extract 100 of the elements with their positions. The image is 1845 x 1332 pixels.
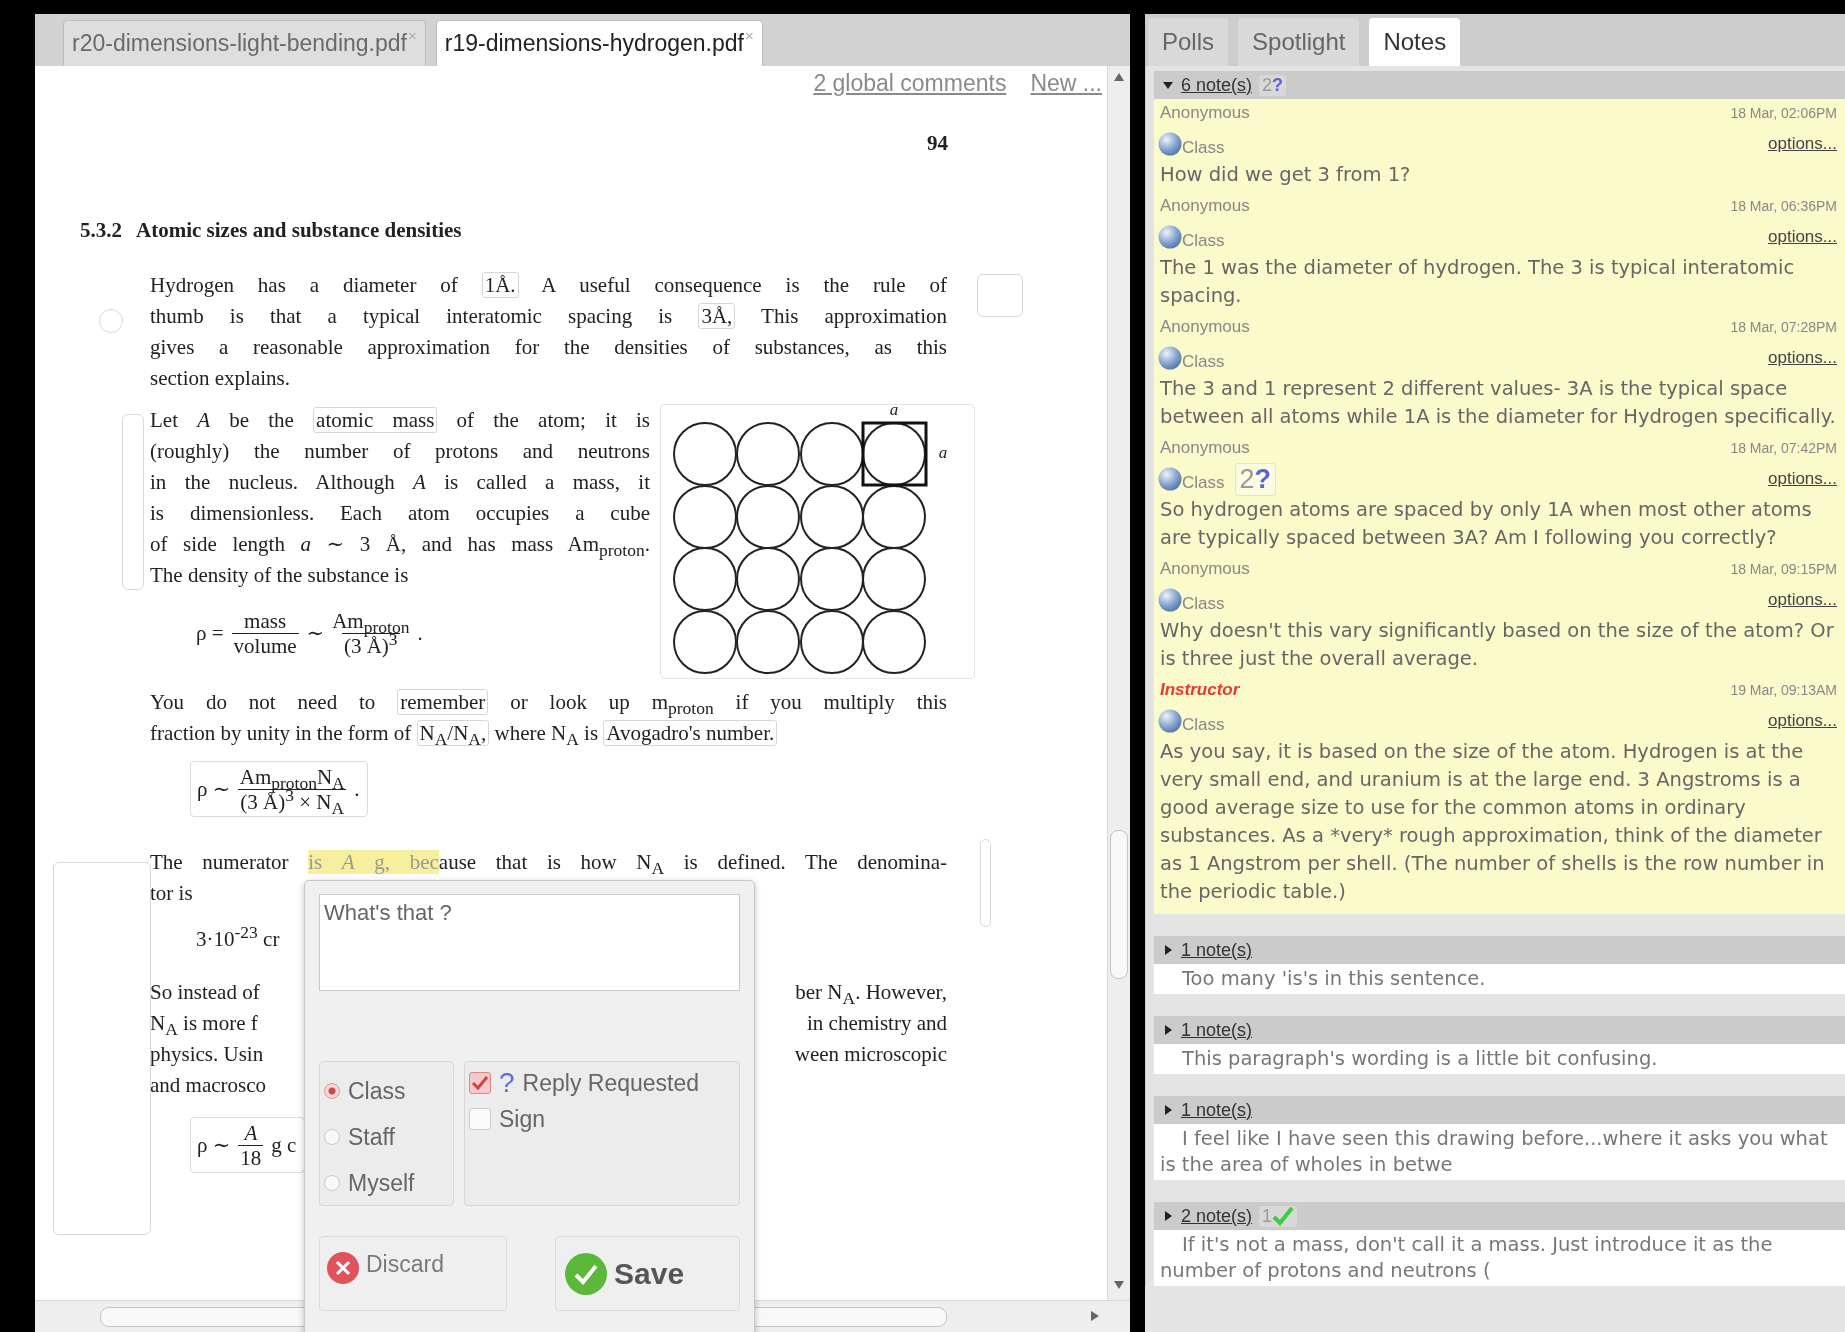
paragraph-text: physics. Usin — [150, 1041, 264, 1068]
question-mark: ? — [499, 1068, 515, 1098]
author-name: Anonymous — [1160, 103, 1250, 123]
paragraph-text: in chemistry and — [807, 1010, 947, 1037]
close-circle-icon — [326, 1251, 360, 1285]
audience-label: Class — [1182, 594, 1225, 614]
note-date: 18 Mar, 07:42PM — [1730, 440, 1837, 456]
note-text: So hydrogen atoms are spaced by only 1A when most other atoms are typically spaced between 3A? Am I following you correctly? — [1159, 497, 1813, 551]
author-name: Anonymous — [1160, 438, 1250, 458]
sphere-icon — [1158, 709, 1182, 733]
paragraph-text: ween microscopic — [794, 1041, 947, 1068]
annotation-marker[interactable] — [122, 414, 144, 590]
notes-count-link[interactable]: 6 note(s) — [1181, 74, 1253, 96]
notes-count-link[interactable]: 1 note(s) — [1181, 1099, 1253, 1121]
caret-icon[interactable] — [1162, 944, 1174, 956]
options-link[interactable]: options... — [1768, 227, 1837, 247]
document-tab[interactable]: r20-dimensions-light-bending.pdf× — [63, 20, 426, 66]
status-badge: 1 — [1259, 1205, 1298, 1227]
check-icon — [1272, 1206, 1295, 1226]
options-link[interactable]: options... — [1768, 590, 1837, 610]
annotation-marker[interactable] — [980, 839, 991, 927]
audience-label: Class — [1182, 473, 1225, 493]
panel-tab[interactable]: Notes — [1369, 18, 1461, 66]
author-name: Anonymous — [1160, 559, 1250, 579]
author-name: Instructor — [1160, 680, 1240, 700]
notes-count-link[interactable]: 1 note(s) — [1181, 1019, 1253, 1041]
annotation-marker[interactable] — [53, 862, 151, 1235]
note-text: How did we get 3 from 1? — [1159, 162, 1412, 188]
comment-link[interactable]: New ... — [1030, 69, 1102, 97]
scrollbar-thumb[interactable] — [1110, 830, 1128, 979]
note-text: Why doesn't this vary significantly based on the size of the atom? Or is three just the overall average. — [1159, 618, 1835, 672]
options-link[interactable]: options... — [1768, 348, 1837, 368]
radio-label[interactable]: Class — [348, 1076, 406, 1106]
author-name: Anonymous — [1160, 196, 1250, 216]
author-name: Anonymous — [1160, 317, 1250, 337]
paragraph-text: and macrosco — [150, 1072, 267, 1099]
paragraph-text: N$_{A}$ is more f — [150, 1010, 258, 1039]
note-input-field[interactable]: What's that ? — [319, 894, 740, 991]
audience-label: Class — [1182, 138, 1225, 158]
page-number: 94 — [926, 130, 948, 157]
options-link[interactable]: options... — [1768, 711, 1837, 731]
checkbox-label[interactable]: Reply Requested — [522, 1068, 700, 1098]
note-date: 19 Mar, 09:13AM — [1730, 682, 1837, 698]
radio-button[interactable] — [324, 1083, 340, 1099]
paragraph-text: You do not need to remember or look up m$_{proton}$ if you multiply this fraction by unity in the form of N$_{A}$/N$_{A}$, where N$_{A}$ is Avogadro's number. — [150, 688, 947, 749]
note-text: The 3 and 1 represent 2 different values- 3A is the typical space between all atoms while 1A is the diameter for Hydrogen specifically. — [1159, 376, 1837, 430]
paragraph-text: Hydrogen has a diameter of 1Å. A useful consequence is the rule of thumb is that a typical interatomic spacing is 3Å, This approximation gives a reasonable approximation for the densities of substances, as this section explains. — [150, 271, 947, 392]
checkbox[interactable] — [469, 1108, 491, 1130]
sphere-icon — [1158, 346, 1182, 370]
discard-button[interactable]: Discard — [319, 1236, 507, 1311]
note-preview[interactable]: I feel like I have seen this drawing before...where it asks you what is the area of wholes in betwe — [1154, 1124, 1845, 1180]
options-link[interactable]: options... — [1768, 469, 1837, 489]
sphere-icon — [1158, 132, 1182, 156]
note-preview[interactable]: Too many 'is's in this sentence. — [1154, 964, 1845, 994]
document-tab[interactable]: r19-dimensions-hydrogen.pdf× — [435, 20, 763, 66]
note-date: 18 Mar, 02:06PM — [1730, 105, 1837, 121]
caret-icon[interactable] — [1162, 1104, 1174, 1116]
section-heading: 5.3.2 Atomic sizes and substance densities — [79, 217, 462, 244]
scrollbar[interactable] — [1107, 66, 1130, 1300]
save-button[interactable]: Save — [555, 1236, 740, 1311]
tab-close-button[interactable]: × — [744, 27, 754, 44]
note-text: As you say, it is based on the size of the atom. Hydrogen is at the very small end, and uranium is at the large end. 3 Angstroms is a good average size to use for the common atoms in ordinary substances. As a *very* rough approximation, think of the diameter as 1 Angstrom per shell. (The number of shells is the row number in the periodic table.) — [1159, 739, 1826, 905]
dimension-label: a — [889, 405, 899, 419]
checkbox[interactable] — [469, 1072, 491, 1094]
checkbox-label[interactable]: Sign — [499, 1104, 546, 1134]
sphere-icon — [1158, 588, 1182, 612]
options-link[interactable]: options... — [1768, 134, 1837, 154]
note-preview[interactable]: This paragraph's wording is a little bit confusing. — [1154, 1044, 1845, 1074]
audience-label: Class — [1182, 352, 1225, 372]
panel-tab[interactable]: Spotlight — [1238, 18, 1360, 66]
note-date: 18 Mar, 06:36PM — [1730, 198, 1837, 214]
notes-count-link[interactable]: 1 note(s) — [1181, 939, 1253, 961]
caret-icon[interactable] — [1162, 79, 1174, 91]
check-circle-icon — [564, 1251, 608, 1296]
radio-button[interactable] — [324, 1175, 340, 1191]
paragraph-text: Let A be the atomic mass of the atom; it is (roughly) the number of protons and neutrons in the nucleus. Although A is called a mass, it is dimensionless. Each atom occupies a cube of side length a ∼ 3 Å, and has mass Am$_{proton}$. The density of the substance is — [150, 406, 650, 589]
sphere-icon — [1158, 467, 1182, 491]
status-badge: 2? — [1259, 74, 1287, 96]
arrow-up-icon — [1113, 72, 1125, 82]
radio-label[interactable]: Myself — [348, 1168, 415, 1198]
comment-link[interactable]: 2 global comments — [813, 69, 1007, 97]
annotation-marker[interactable] — [977, 274, 1023, 317]
radio-button[interactable] — [324, 1129, 340, 1145]
arrow-down-icon — [1113, 1280, 1125, 1290]
note-date: 18 Mar, 09:15PM — [1730, 561, 1837, 577]
caret-icon[interactable] — [1162, 1024, 1174, 1036]
arrow-right-icon — [1090, 1310, 1100, 1322]
notes-count-link[interactable]: 2 note(s) — [1181, 1205, 1253, 1227]
note-date: 18 Mar, 07:28PM — [1730, 319, 1837, 335]
note-preview[interactable]: If it's not a mass, don't call it a mass. Just introduce it as the number of protons and neutrons ( — [1154, 1230, 1845, 1286]
annotation-marker[interactable] — [99, 309, 123, 333]
dimension-label: a — [938, 443, 948, 462]
audience-label: Class — [1182, 715, 1225, 735]
panel-tab[interactable]: Polls — [1148, 18, 1229, 66]
audience-label: Class — [1182, 231, 1225, 251]
equation: 3·10$^{-23}$ cr — [196, 920, 280, 953]
caret-icon[interactable] — [1162, 1210, 1174, 1222]
radio-label[interactable]: Staff — [348, 1122, 395, 1152]
paragraph-text: So instead of — [150, 979, 260, 1006]
status-badge: 2? — [1234, 462, 1277, 496]
